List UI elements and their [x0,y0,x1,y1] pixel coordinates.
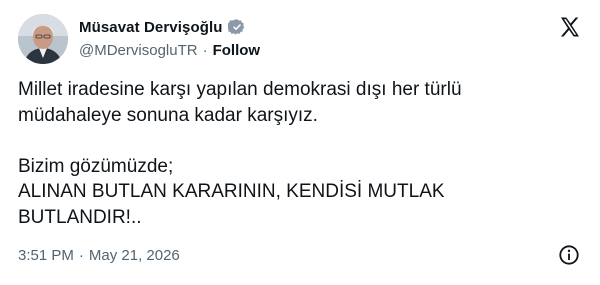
handle-row: @MDervisogluTR · Follow [79,40,260,60]
avatar-photo-icon [18,14,68,64]
tweet-line: Millet iradesine karşı yapılan demokrasi… [18,79,462,100]
name-row: Müsavat Dervişoğlu [79,17,260,37]
author-block: Müsavat Dervişoğlu @MDervisogluTR · Foll… [79,17,260,60]
follow-button[interactable]: Follow [213,42,261,59]
tweet-time[interactable]: 3:51 PM [18,247,74,264]
author-name[interactable]: Müsavat Dervişoğlu [79,19,223,36]
tweet-line: BUTLANDIR!.. [18,206,142,228]
tweet-meta: 3:51 PM · May 21, 2026 [18,245,180,265]
tweet-date[interactable]: May 21, 2026 [89,247,180,264]
meta-separator: · [78,246,84,264]
info-icon[interactable] [558,244,580,266]
tweet-card: Müsavat Dervişoğlu @MDervisogluTR · Foll… [0,0,600,285]
tweet-line: ALINAN BUTLAN KARARININ, KENDİSİ MUTLAK [18,181,445,202]
avatar[interactable] [18,14,68,64]
verified-badge-icon [227,19,244,35]
x-logo-icon[interactable] [558,15,582,39]
tweet-text: Millet iradesine karşı yapılan demokrasi… [18,77,578,230]
author-handle[interactable]: @MDervisogluTR [79,42,198,59]
handle-separator: · [202,41,208,59]
tweet-line: müdahaleye sonuna kadar karşıyız. [18,104,318,126]
tweet-line: Bizim gözümüzde; [18,155,174,177]
